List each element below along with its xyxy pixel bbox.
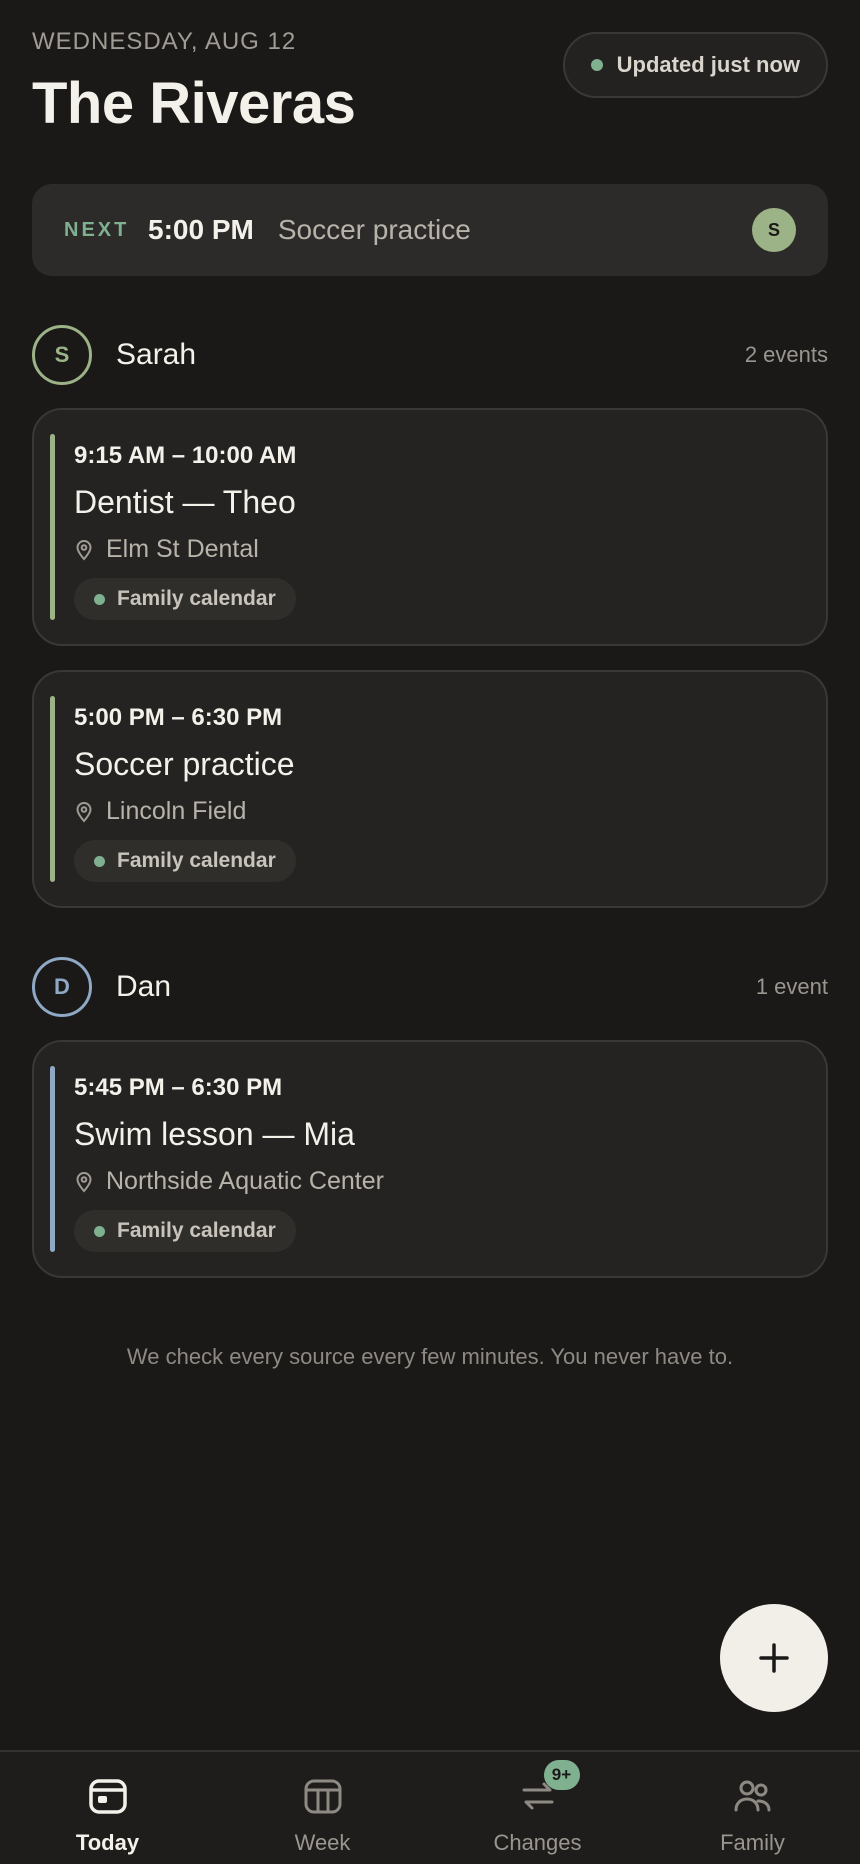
event-location: Elm St Dental [106,535,259,563]
event-location: Lincoln Field [106,797,247,825]
next-event-time: 5:00 PM [148,214,254,245]
event-title: Dentist — Theo [74,484,296,520]
event-accent-bar [50,1066,55,1252]
event-title: Soccer practice [74,746,295,782]
tab-label: Changes [493,1830,582,1855]
sync-footnote: We check every source every few minutes.… [126,1344,734,1369]
event-count: 2 events [744,342,828,367]
calendar-chip: Family calendar [74,840,296,882]
event-time: 9:15 AM – 10:00 AM [74,442,297,469]
event-location: Northside Aquatic Center [106,1167,384,1195]
event-card[interactable]: 5:45 PM – 6:30 PM Swim lesson — Mia Nort… [32,1040,828,1278]
sync-status-pill[interactable]: Updated just now [562,32,828,98]
person-header-dan[interactable]: D Dan 1 event [32,957,828,1017]
event-accent-bar [50,696,55,882]
sync-status-text: Updated just now [616,52,800,77]
calendar-name: Family calendar [117,1219,276,1242]
calendar-chip: Family calendar [74,1210,296,1252]
calendar-dot-icon [94,1225,105,1237]
next-event-avatar: S [752,208,796,252]
event-time: 5:00 PM – 6:30 PM [74,704,283,731]
event-card[interactable]: 9:15 AM – 10:00 AM Dentist — Theo Elm St… [32,408,828,646]
person-header-sarah[interactable]: S Sarah 2 events [32,325,828,385]
week-icon [304,1779,341,1814]
bottom-tab-bar: Today Week 9+ Changes Family [0,1750,860,1864]
next-event-bar[interactable]: NEXT 5:00 PM Soccer practice S [32,184,828,276]
tab-label: Week [294,1830,351,1855]
calendar-dot-icon [94,593,105,605]
event-time: 5:45 PM – 6:30 PM [74,1074,283,1101]
avatar: S [32,325,92,385]
next-event-title: Soccer practice [277,214,471,245]
avatar: D [32,957,92,1017]
header: WEDNESDAY, AUG 12 The Riveras Updated ju… [32,28,828,137]
event-count: 1 event [755,974,828,999]
changes-badge: 9+ [543,1760,580,1790]
person-name: Sarah [116,338,197,371]
location-pin-icon [76,1171,92,1192]
family-icon [734,1780,770,1812]
event-accent-bar [50,434,55,620]
tab-week[interactable]: Week [215,1752,430,1864]
location-pin-icon [76,801,92,822]
tab-label: Today [75,1830,140,1855]
calendar-name: Family calendar [117,587,276,610]
next-label: NEXT [64,218,130,241]
calendar-dot-icon [94,855,105,867]
plus-icon [759,1643,789,1673]
person-name: Dan [116,970,172,1003]
calendar-name: Family calendar [117,849,276,872]
add-event-button[interactable] [720,1604,828,1712]
event-card[interactable]: 5:00 PM – 6:30 PM Soccer practice Lincol… [32,670,828,908]
tab-label: Family [720,1830,785,1855]
status-dot-icon [590,59,603,71]
tab-changes[interactable]: 9+ Changes [430,1752,645,1864]
calendar-chip: Family calendar [74,578,296,620]
event-title: Swim lesson — Mia [74,1116,355,1152]
tab-today[interactable]: Today [0,1752,215,1864]
today-icon [88,1779,127,1814]
tab-family[interactable]: Family [645,1752,860,1864]
location-pin-icon [76,539,92,560]
